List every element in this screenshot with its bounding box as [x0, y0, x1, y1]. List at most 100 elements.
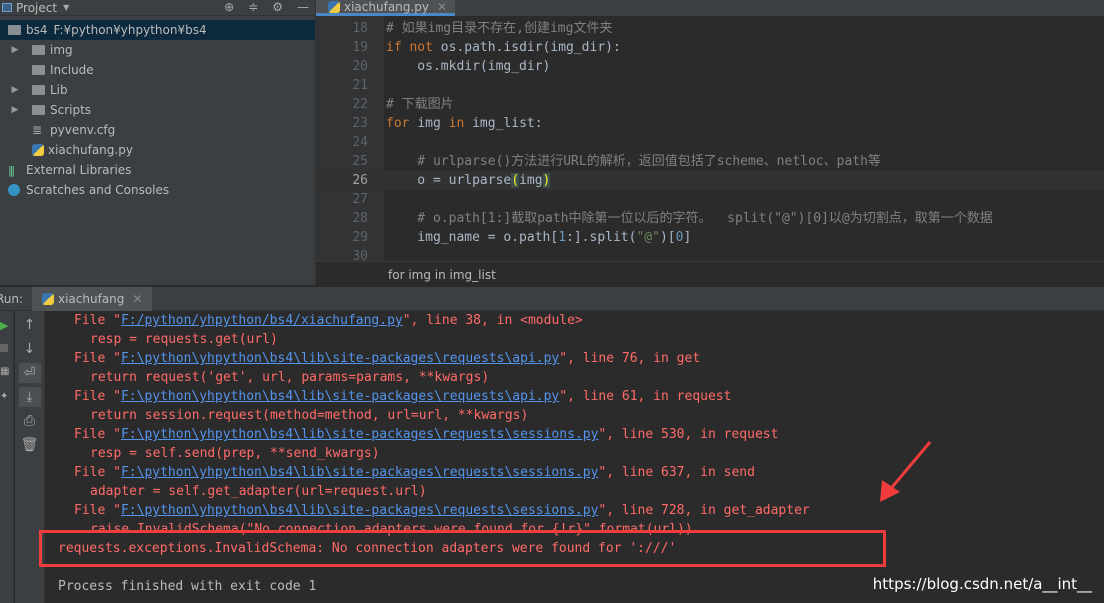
- folder-icon: [32, 105, 45, 115]
- tree-item-label: pyvenv.cfg: [50, 123, 116, 137]
- tree-item[interactable]: ▶ Scripts: [0, 100, 315, 120]
- console-text: ", line 38, in <module>: [402, 313, 583, 328]
- file-link[interactable]: F:\python\yhpython\bs4\lib\site-packages…: [121, 351, 559, 366]
- code-text: # 下载图片: [386, 95, 454, 114]
- tree-item[interactable]: xiachufang.py: [0, 140, 315, 160]
- minimize-icon[interactable]: —: [297, 0, 309, 14]
- pin-icon[interactable]: ✦: [0, 391, 13, 402]
- console-text: Process finished with exit code 1: [58, 579, 317, 594]
- console-text: return request('get', url, params=params…: [90, 370, 490, 385]
- stop-icon[interactable]: [0, 344, 8, 352]
- collapse-all-icon[interactable]: ≑: [248, 0, 258, 14]
- code-line[interactable]: 20 os.mkdir(img_dir): [316, 57, 1104, 76]
- console-text: File ": [74, 427, 121, 442]
- line-number: 19: [352, 40, 368, 55]
- run-side-toolbar: ▶ ▦ ✦: [0, 311, 14, 603]
- tree-item-label: img: [50, 43, 73, 57]
- folder-icon: [32, 65, 45, 75]
- tab-label: xiachufang.py: [344, 0, 429, 14]
- project-panel: Project ▼ ⊕ ≑ ⚙ — bs4 F:¥python¥yhpython…: [0, 0, 315, 285]
- code-token: img: [519, 173, 543, 188]
- code-line[interactable]: 29 img_name = o.path[1:].split("@")[0]: [316, 228, 1104, 247]
- locate-icon[interactable]: ⊕: [224, 0, 234, 14]
- close-icon[interactable]: ✕: [132, 292, 142, 306]
- code-line[interactable]: 21: [316, 76, 1104, 95]
- code-line[interactable]: 24: [316, 133, 1104, 152]
- close-icon[interactable]: ✕: [437, 0, 447, 14]
- code-token: "@": [636, 230, 660, 245]
- arrow-up-icon[interactable]: ↑: [19, 315, 41, 335]
- code-token: :].split(: [566, 230, 637, 245]
- code-line[interactable]: 25 # urlparse()方法进行URL的解析，返回值包括了scheme、n…: [316, 152, 1104, 171]
- code-area[interactable]: 18 # 如果img目录不存在,创建img文件夹 19 if not os.path.…: [316, 19, 1104, 266]
- line-number: 22: [352, 97, 368, 112]
- tree-root-bs4[interactable]: bs4 F:¥python¥yhpython¥bs4: [0, 20, 315, 40]
- watermark: https://blog.csdn.net/a__int__: [872, 575, 1092, 593]
- trash-icon[interactable]: 🗑: [19, 435, 41, 455]
- code-line[interactable]: 22 # 下载图片: [316, 95, 1104, 114]
- rerun-icon[interactable]: ▶: [0, 319, 13, 332]
- code-text: # urlparse()方法进行URL的解析，返回值包括了scheme、netl…: [386, 152, 881, 171]
- code-token: 1: [558, 230, 567, 245]
- line-number: 18: [352, 21, 368, 36]
- file-link[interactable]: F:\python\yhpython\bs4\lib\site-packages…: [121, 503, 598, 518]
- tree-item-label: Scripts: [50, 103, 92, 117]
- code-token: )[: [659, 230, 676, 245]
- tree-item[interactable]: ▶ img: [0, 40, 315, 60]
- expand-arrow-icon[interactable]: ▶: [8, 45, 22, 55]
- run-tab-xiachufang[interactable]: xiachufang ✕: [32, 286, 153, 311]
- line-number: 28: [352, 211, 368, 226]
- file-link[interactable]: F:\python\yhpython\bs4\lib\site-packages…: [121, 389, 559, 404]
- breadcrumb[interactable]: for img in img_list: [316, 261, 1104, 285]
- code-text: # 如果img目录不存在,创建img文件夹: [386, 19, 612, 38]
- run-label: Run:: [0, 291, 24, 306]
- code-line[interactable]: 19 if not os.path.isdir(img_dir):: [316, 38, 1104, 57]
- console-text: ", line 76, in get: [559, 351, 701, 366]
- code-text: if not os.path.isdir(img_dir):: [386, 38, 621, 57]
- line-number: 26: [352, 173, 368, 188]
- libraries-icon: |||: [8, 163, 15, 177]
- console-line: File "F:/python/yhpython/bs4/xiachufang.…: [74, 311, 583, 330]
- project-view-dropdown[interactable]: Project: [16, 1, 57, 15]
- line-number: 25: [352, 154, 368, 169]
- arrow-down-icon[interactable]: ↓: [19, 339, 41, 359]
- root-name: bs4: [26, 23, 48, 37]
- file-link[interactable]: F:\python\yhpython\bs4\lib\site-packages…: [121, 427, 598, 442]
- tree-item[interactable]: ▶ Lib: [0, 80, 315, 100]
- console-text: resp = self.send(prep, **send_kwargs): [90, 446, 380, 461]
- expand-arrow-icon[interactable]: ▶: [8, 85, 22, 95]
- tree-item-external-libraries[interactable]: ||| External Libraries: [0, 160, 315, 180]
- code-line[interactable]: 18 # 如果img目录不存在,创建img文件夹: [316, 19, 1104, 38]
- code-line[interactable]: 28 # o.path[1:]截取path中除第一位以后的字符。 split("…: [316, 209, 1104, 228]
- gear-icon[interactable]: ⚙: [272, 0, 283, 14]
- tree-item[interactable]: Include: [0, 60, 315, 80]
- code-token: for: [386, 116, 418, 131]
- code-line[interactable]: 26 o = urlparse(img): [316, 171, 1104, 190]
- console-text: adapter = self.get_adapter(url=request.u…: [90, 484, 427, 499]
- run-tab-label: xiachufang: [58, 291, 125, 306]
- console-text: File ": [74, 313, 121, 328]
- tree-item-scratches[interactable]: Scratches and Consoles: [0, 180, 315, 200]
- soft-wrap-icon[interactable]: ⏎: [18, 363, 41, 383]
- code-token: os.mkdir(img_dir): [386, 59, 551, 74]
- file-link[interactable]: F:/python/yhpython/bs4/xiachufang.py: [121, 313, 403, 328]
- code-line[interactable]: 27: [316, 190, 1104, 209]
- code-token: if not: [386, 40, 441, 55]
- tree-item-label: xiachufang.py: [48, 143, 133, 157]
- file-link[interactable]: F:\python\yhpython\bs4\lib\site-packages…: [121, 465, 598, 480]
- chevron-down-icon[interactable]: ▼: [63, 3, 69, 12]
- folder-icon: [32, 45, 45, 55]
- expand-arrow-icon[interactable]: ▶: [8, 105, 22, 115]
- python-file-icon: [328, 0, 340, 13]
- tree-item-label: Lib: [50, 83, 68, 97]
- code-line[interactable]: 23 for img in img_list:: [316, 114, 1104, 133]
- code-token: ): [542, 173, 551, 188]
- scroll-to-end-icon[interactable]: ⤓: [18, 387, 41, 407]
- tree-item[interactable]: ≣ pyvenv.cfg: [0, 120, 315, 140]
- print-icon[interactable]: ⎙: [19, 411, 41, 431]
- layout-icon[interactable]: ▦: [0, 366, 13, 377]
- editor-tab-xiachufang[interactable]: xiachufang.py ✕: [316, 0, 455, 16]
- line-number: 27: [352, 192, 368, 207]
- console-text: File ": [74, 351, 121, 366]
- code-token: (: [511, 173, 520, 188]
